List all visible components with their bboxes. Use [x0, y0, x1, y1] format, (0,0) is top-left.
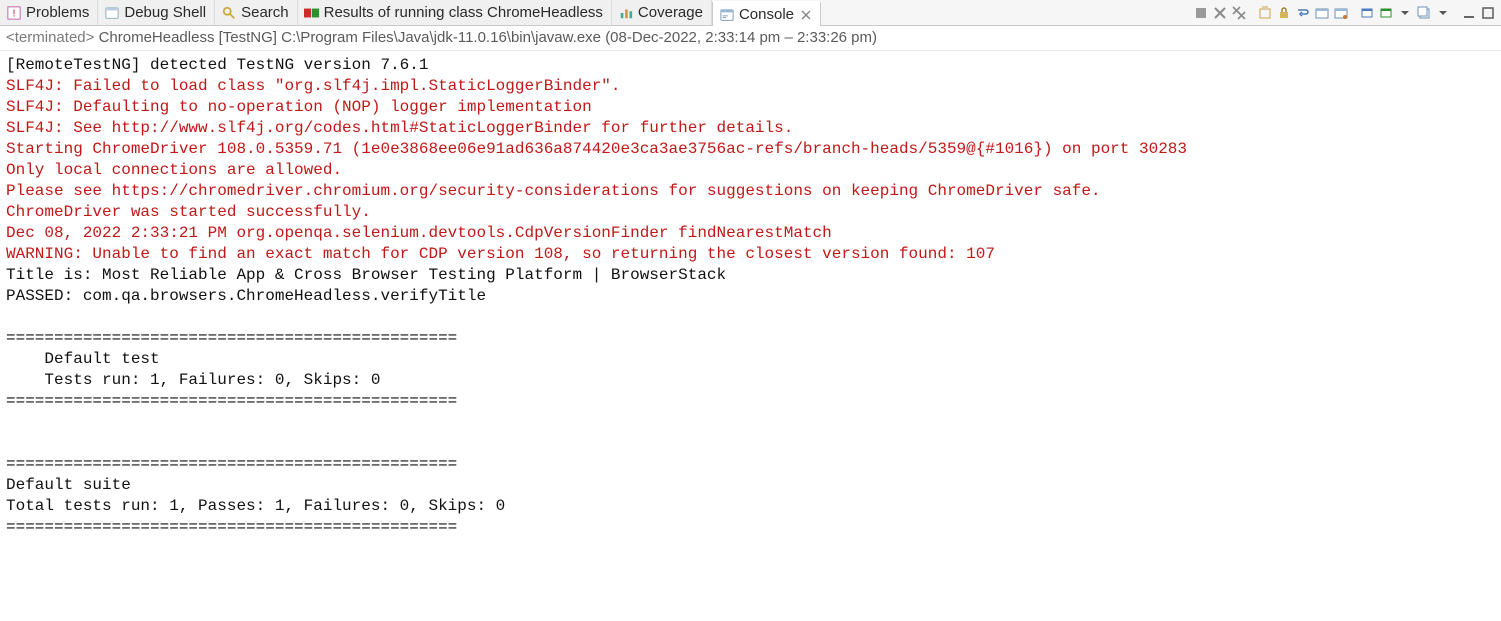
close-icon[interactable] — [800, 9, 812, 21]
console-icon — [719, 7, 735, 23]
tabbar-spacer — [821, 0, 1192, 25]
console-line — [6, 433, 1495, 454]
status-launch: ChromeHeadless [TestNG] — [99, 29, 277, 46]
remove-all-icon[interactable] — [1230, 4, 1248, 22]
console-line: ========================================… — [6, 454, 1495, 475]
console-line: Tests run: 1, Failures: 0, Skips: 0 — [6, 370, 1495, 391]
status-exe: C:\Program Files\Java\jdk-11.0.16\bin\ja… — [281, 29, 601, 46]
status-time: (08-Dec-2022, 2:33:14 pm – 2:33:26 pm) — [605, 29, 877, 46]
tab-testng-results[interactable]: Results of running class ChromeHeadless — [298, 0, 612, 25]
console-line: Default test — [6, 349, 1495, 370]
console-line: Default suite — [6, 475, 1495, 496]
console-line: Please see https://chromedriver.chromium… — [6, 181, 1495, 202]
console-line: Title is: Most Reliable App & Cross Brow… — [6, 265, 1495, 286]
console-line: SLF4J: Failed to load class "org.slf4j.i… — [6, 76, 1495, 97]
console-line: [RemoteTestNG] detected TestNG version 7… — [6, 55, 1495, 76]
tab-label: Console — [739, 2, 794, 27]
console-line: Only local connections are allowed. — [6, 160, 1495, 181]
minimize-icon[interactable] — [1460, 4, 1478, 22]
view-tabs: ! Problems Debug Shell Search Results of… — [0, 0, 821, 25]
console-line: Starting ChromeDriver 108.0.5359.71 (1e0… — [6, 139, 1495, 160]
console-toolbar — [1192, 0, 1501, 25]
console-line — [6, 412, 1495, 433]
view-menu-small-icon[interactable] — [1434, 4, 1452, 22]
word-wrap-icon[interactable] — [1294, 4, 1312, 22]
console-line: SLF4J: See http://www.slf4j.org/codes.ht… — [6, 118, 1495, 139]
show-console-icon[interactable] — [1313, 4, 1331, 22]
console-line: ========================================… — [6, 517, 1495, 538]
tab-label: Problems — [26, 0, 89, 25]
clear-icon[interactable] — [1256, 4, 1274, 22]
scroll-lock-icon[interactable] — [1275, 4, 1293, 22]
console-line: Dec 08, 2022 2:33:21 PM org.openqa.selen… — [6, 223, 1495, 244]
pin-console-icon[interactable] — [1332, 4, 1350, 22]
tab-label: Debug Shell — [124, 0, 206, 25]
console-line: ChromeDriver was started successfully. — [6, 202, 1495, 223]
tab-label: Results of running class ChromeHeadless — [324, 0, 603, 25]
console-output[interactable]: [RemoteTestNG] detected TestNG version 7… — [0, 51, 1501, 542]
tab-coverage[interactable]: Coverage — [612, 0, 712, 25]
status-terminated: <terminated> — [6, 29, 94, 46]
tab-search[interactable]: Search — [215, 0, 298, 25]
search-icon — [221, 5, 237, 21]
open-console-icon[interactable] — [1377, 4, 1395, 22]
console-line — [6, 307, 1495, 328]
tab-console[interactable]: Console — [712, 1, 821, 26]
view-tabbar: ! Problems Debug Shell Search Results of… — [0, 0, 1501, 26]
view-menu-caret-icon[interactable] — [1396, 4, 1414, 22]
maximize-icon[interactable] — [1479, 4, 1497, 22]
new-view-icon[interactable] — [1415, 4, 1433, 22]
console-line: Total tests run: 1, Passes: 1, Failures:… — [6, 496, 1495, 517]
problems-icon: ! — [6, 5, 22, 21]
tab-label: Coverage — [638, 0, 703, 25]
remove-launch-icon[interactable] — [1211, 4, 1229, 22]
testng-icon — [304, 5, 320, 21]
tab-problems[interactable]: ! Problems — [0, 0, 98, 25]
coverage-icon — [618, 5, 634, 21]
display-selected-icon[interactable] — [1358, 4, 1376, 22]
console-line: WARNING: Unable to find an exact match f… — [6, 244, 1495, 265]
console-line: PASSED: com.qa.browsers.ChromeHeadless.v… — [6, 286, 1495, 307]
terminate-icon[interactable] — [1192, 4, 1210, 22]
debug-shell-icon — [104, 5, 120, 21]
tab-label: Search — [241, 0, 289, 25]
console-line: ========================================… — [6, 328, 1495, 349]
svg-text:!: ! — [11, 8, 17, 19]
console-status-line: <terminated> ChromeHeadless [TestNG] C:\… — [0, 26, 1501, 51]
console-line: SLF4J: Defaulting to no-operation (NOP) … — [6, 97, 1495, 118]
console-line: ========================================… — [6, 391, 1495, 412]
tab-debug-shell[interactable]: Debug Shell — [98, 0, 215, 25]
